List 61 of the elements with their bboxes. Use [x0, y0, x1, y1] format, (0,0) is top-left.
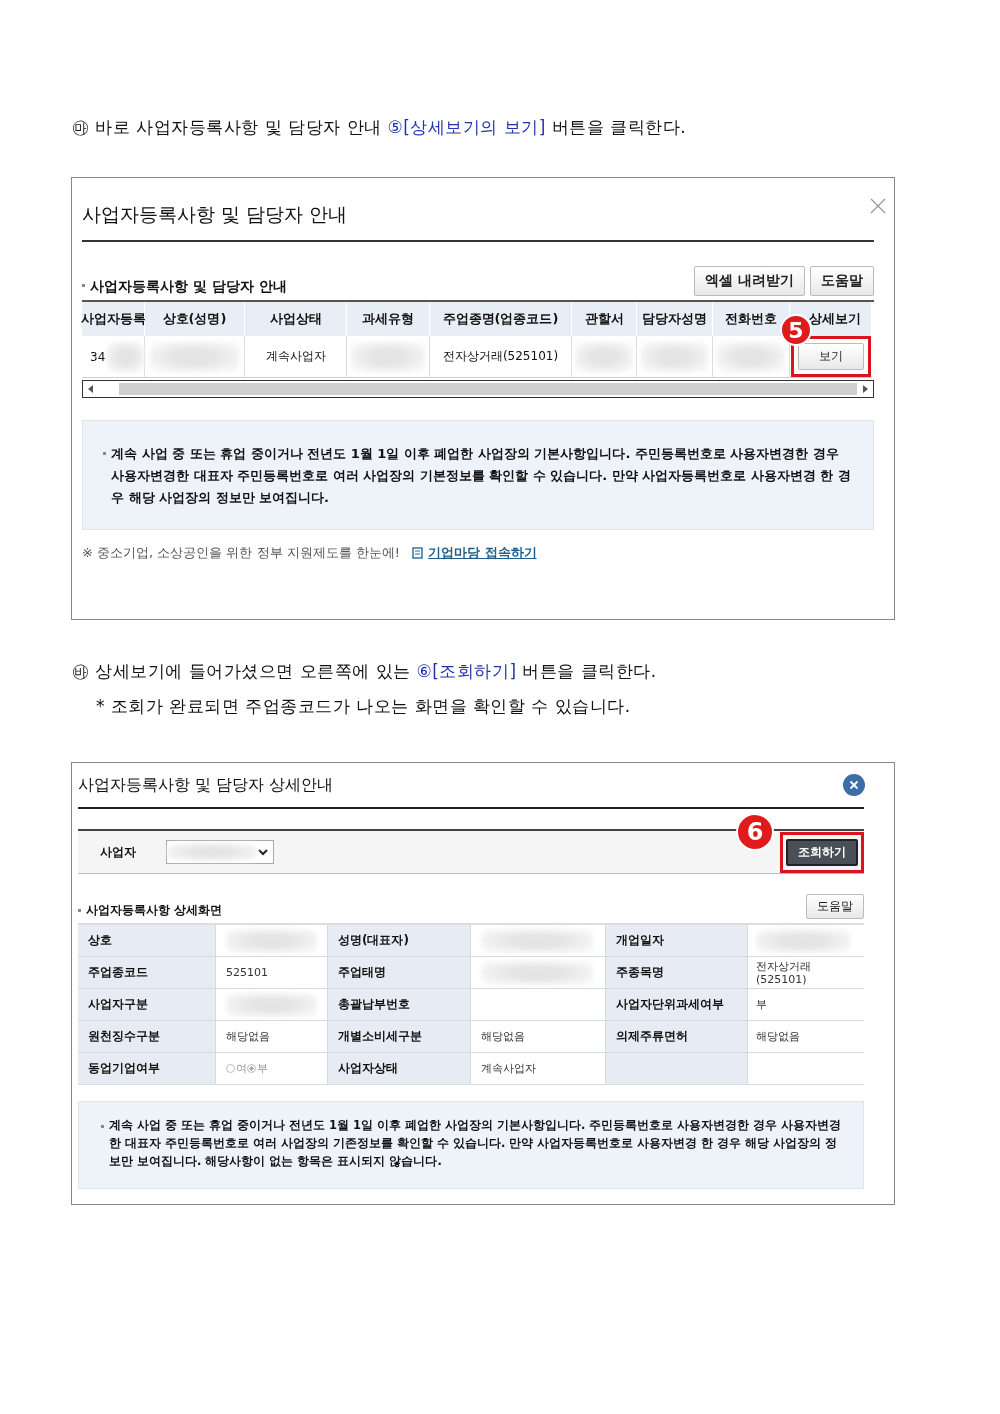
field-value: 해당없음: [481, 1030, 525, 1043]
field-label: 총괄납부번호: [338, 996, 410, 1013]
field-value: 525101: [226, 966, 268, 979]
column-header: 담당자성명: [637, 302, 713, 336]
field-value: 부: [756, 998, 767, 1011]
instruction-note: * 조회가 완료되면 주업종코드가 나오는 화면을 확인할 수 있습니다.: [96, 695, 632, 718]
field-label: 개업일자: [616, 932, 664, 949]
field-label: 사업자구분: [88, 996, 148, 1013]
close-icon[interactable]: [842, 773, 866, 797]
column-header: 관할서: [572, 302, 637, 336]
field-label: 사업자단위과세여부: [616, 996, 724, 1013]
bullet-icon: [103, 452, 106, 455]
bullet-icon: [82, 283, 85, 287]
dialog-title: 사업자등록사항 및 담당자 상세안내: [78, 774, 334, 796]
column-header: 과세유형: [347, 302, 430, 336]
column-header: 사업상태: [245, 302, 347, 336]
instruction-text: ㉲ 바로 사업자등록사항 및 담당자 안내 ⑤[상세보기의 보기] 버튼을 클릭한다.: [72, 116, 688, 139]
field-label: 의제주류면허: [616, 1028, 688, 1045]
toolbar-button[interactable]: 도움말: [810, 266, 874, 296]
toolbar-button[interactable]: 엑셀 내려받기: [694, 266, 805, 296]
scroll-left-icon[interactable]: [88, 385, 94, 393]
close-icon[interactable]: [870, 198, 886, 214]
field-label: 동업기업여부: [88, 1060, 160, 1077]
column-header: 사업자등록: [82, 302, 145, 336]
view-button[interactable]: 보기: [798, 343, 864, 370]
section-title: 사업자등록사항 상세화면: [86, 902, 223, 919]
step-number: 6: [736, 813, 774, 851]
footer-note: ※ 중소기업, 소상공인을 위한 정부 지원제도를 한눈에!: [82, 544, 401, 562]
table-cell: 34: [90, 349, 106, 364]
caret-icon[interactable]: [257, 847, 269, 857]
document-icon: [412, 547, 425, 559]
field-label: 사업자상태: [338, 1060, 398, 1077]
field-label: 개별소비세구분: [338, 1028, 422, 1045]
search-button[interactable]: 조회하기: [786, 838, 858, 866]
help-button[interactable]: 도움말: [806, 894, 864, 919]
notice-text: 계속 사업 중 또는 휴업 중이거나 전년도 1월 1일 이후 폐업한 사업장의 기본사항입니다. 주민등록번호로 사용자변경한 경우 사용자변경한 대표자 주민등록번호로 여러 사업장의 기본정보를 확인할 수 있습니다. 만약 사업자등록번호로 사용자변경 한 경우 해당 사업장의 정보만 보여집니다.: [111, 445, 851, 507]
notice-text: 계속 사업 중 또는 휴업 중이거나 전년도 1월 1일 이후 폐업한 사업장의 기본사항입니다. 주민등록번호로 사용자변경한 경우 사용자변경한 대표자 주민등록번호로 여러 사업장의 기존정보를 확인할 수 있습니다. 만약 사업자등록번호로 사용자변경 한 경우 해당 사업장의 정보만 보여집니다. 해당사항이 없는 항목은 표시되지 않습니다.: [109, 1117, 843, 1170]
instruction-text: ㉳ 상세보기에 들어가셨으면 오른쪽에 있는 ⑥[조회하기] 버튼을 클릭한다.: [72, 660, 658, 683]
filter-label: 사업자: [100, 843, 136, 861]
section-title: 사업자등록사항 및 담당자 안내: [90, 278, 287, 296]
field-label: 주업태명: [338, 964, 386, 981]
column-header: 주업종명(업종코드): [430, 302, 572, 336]
column-header: 전화번호: [713, 302, 790, 336]
field-label: 주업종코드: [88, 964, 148, 981]
table-cell: 전자상거래(525101): [442, 348, 559, 365]
bullet-icon: [101, 1125, 104, 1128]
horizontal-scrollbar[interactable]: [82, 380, 874, 398]
field-label: 원천징수구분: [88, 1028, 160, 1045]
bullet-icon: [78, 909, 81, 912]
dialog-title: 사업자등록사항 및 담당자 안내: [82, 202, 348, 227]
column-header: 상호(성명): [145, 302, 245, 336]
field-label: 주종목명: [616, 964, 664, 981]
scroll-right-icon[interactable]: [862, 385, 868, 393]
field-value: 계속사업자: [481, 1062, 536, 1075]
field-label: 성명(대표자): [338, 932, 409, 949]
portal-link[interactable]: 기업마당 접속하기: [428, 544, 537, 562]
field-value: 전자상거래(525101): [756, 959, 812, 986]
field-value: 해당없음: [226, 1030, 270, 1043]
field-value: 해당없음: [756, 1030, 800, 1043]
field-label: 상호: [88, 932, 112, 949]
table-cell: 계속사업자: [265, 348, 326, 365]
